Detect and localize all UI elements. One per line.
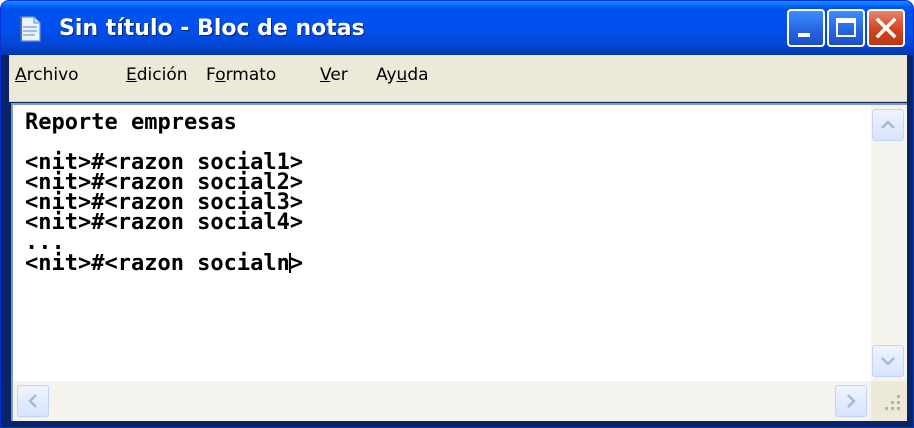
menu-ayuda-label: da xyxy=(407,65,429,85)
maximize-button[interactable] xyxy=(827,9,865,47)
menu-archivo-hotkey: A xyxy=(15,65,27,85)
menu-edicion-label: dición xyxy=(136,65,188,85)
notepad-window: Sin título - Bloc de notas Archivo Edici… xyxy=(0,0,914,428)
vertical-scrollbar[interactable] xyxy=(871,103,907,381)
notepad-icon[interactable] xyxy=(19,16,41,42)
scroll-left-button[interactable] xyxy=(17,385,49,417)
close-icon xyxy=(875,17,897,39)
maximize-icon xyxy=(836,18,856,37)
arrow-right-icon xyxy=(847,394,856,408)
close-button[interactable] xyxy=(867,9,905,47)
menu-formato-hotkey: o xyxy=(215,65,226,85)
window-title: Sin título - Bloc de notas xyxy=(59,16,365,41)
menu-edicion[interactable]: Edición xyxy=(126,65,188,85)
menu-formato-prefix: F xyxy=(206,65,216,85)
arrow-down-icon xyxy=(881,357,895,366)
title-bar[interactable]: Sin título - Bloc de notas xyxy=(1,1,913,55)
menu-bar: Archivo Edición Formato Ver Ayuda xyxy=(9,55,907,102)
editor-line-last: <nit>#<razon socialn xyxy=(25,251,290,276)
editor-line: Reporte empresas xyxy=(25,110,237,135)
scroll-up-button[interactable] xyxy=(872,109,904,141)
resize-grip-icon xyxy=(885,395,900,410)
resize-grip[interactable] xyxy=(871,381,907,421)
menu-formato[interactable]: Formato xyxy=(206,65,276,85)
editor-line-last-end: > xyxy=(289,251,304,276)
scroll-right-button[interactable] xyxy=(835,385,867,417)
menu-formato-label: rmato xyxy=(225,65,277,85)
arrow-up-icon xyxy=(881,120,895,129)
minimize-icon xyxy=(798,33,810,37)
arrow-left-icon xyxy=(28,394,37,408)
menu-edicion-hotkey: E xyxy=(126,65,137,85)
menu-archivo-label: rchivo xyxy=(26,65,79,85)
menu-ayuda[interactable]: Ayuda xyxy=(376,65,429,85)
menu-archivo[interactable]: Archivo xyxy=(15,65,79,85)
horizontal-scrollbar[interactable] xyxy=(11,381,871,421)
menu-ver-hotkey: V xyxy=(320,65,331,85)
editor-content[interactable]: Reporte empresas <nit>#<razon social1> <… xyxy=(25,110,304,276)
menu-ver-label: er xyxy=(330,65,348,85)
text-editor[interactable]: Reporte empresas <nit>#<razon social1> <… xyxy=(11,103,871,381)
menu-ayuda-hotkey: u xyxy=(396,65,408,85)
menu-ver[interactable]: Ver xyxy=(320,65,348,85)
menu-ayuda-prefix: Ay xyxy=(376,65,397,85)
scroll-down-button[interactable] xyxy=(872,345,904,377)
editor-line: <nit>#<razon social4> xyxy=(25,210,304,235)
minimize-button[interactable] xyxy=(787,9,825,47)
